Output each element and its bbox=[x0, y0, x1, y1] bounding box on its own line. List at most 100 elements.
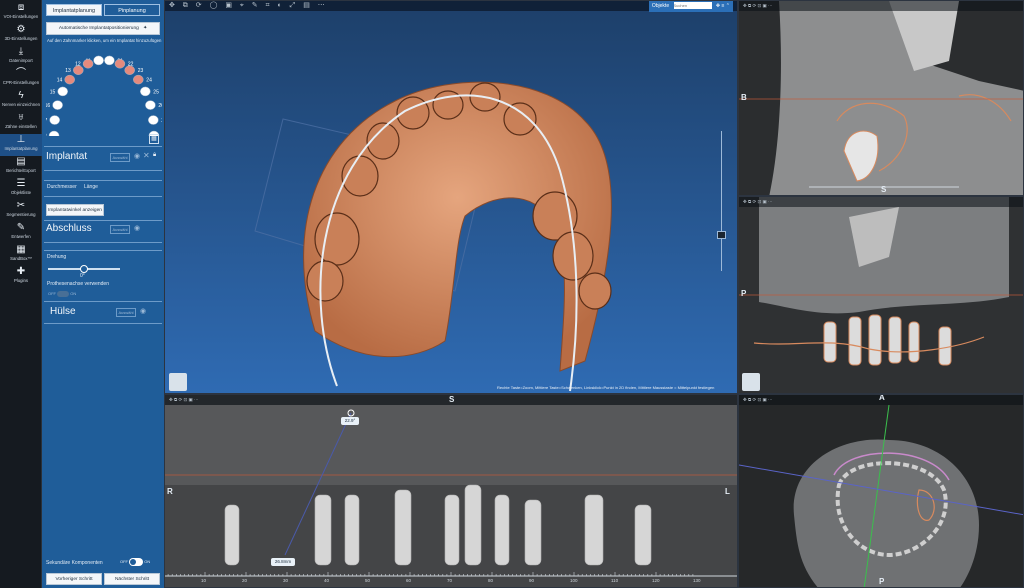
toolbar-item-nerve[interactable]: ϟ Nerven einzeichnen bbox=[0, 90, 42, 112]
coronal-view[interactable]: ✥ ⧉ ⟳ ⊡ ▣ ⋯ P bbox=[738, 196, 1024, 394]
implant-section-title: Implantat bbox=[46, 151, 88, 162]
ruler-tick-label: 120 bbox=[652, 578, 660, 583]
design-icon: ✎ bbox=[16, 222, 26, 233]
menu-icon[interactable]: ≡ bbox=[721, 3, 724, 9]
coronal-orientation-icon[interactable] bbox=[742, 373, 760, 391]
diameter-label: Durchmesser bbox=[47, 184, 77, 190]
next-step-button[interactable]: Nächster Schritt bbox=[104, 573, 160, 585]
dental-arch-3d-model[interactable] bbox=[165, 1, 738, 394]
tooth-marker[interactable] bbox=[48, 130, 60, 136]
tooth-number: 25 bbox=[153, 89, 159, 95]
teeth-chart[interactable]: 11121314151617182122232425262728 bbox=[46, 44, 162, 136]
sleeve-eye-icon[interactable]: ◉ bbox=[140, 307, 146, 315]
sleeve-section-title: Hülse bbox=[50, 306, 76, 317]
objects-toolbar: Objekte ✥ ≡ ⌃ bbox=[648, 1, 733, 12]
ruler-tick-label: 100 bbox=[570, 578, 578, 583]
panoramic-top-label: S bbox=[449, 395, 455, 404]
previous-step-button[interactable]: Vorheriger Schritt bbox=[46, 573, 102, 585]
objects-label: Objekte bbox=[651, 3, 670, 9]
implant-angle-readout: 22.9° bbox=[341, 417, 359, 425]
sagittal-left-label: B bbox=[741, 93, 747, 102]
length-label: Länge bbox=[84, 184, 98, 190]
move-icon[interactable]: ✥ bbox=[716, 3, 720, 9]
toolbar-item-label: 3D-Einstellungen bbox=[4, 36, 38, 41]
cube-icon: ⧈ bbox=[17, 2, 25, 13]
toolbar-item-cube[interactable]: ⧈ VOI-Einstellungen bbox=[0, 2, 42, 24]
abutment-section-title: Abschluss bbox=[46, 223, 92, 234]
toolbar-item-gear[interactable]: ⚙ 3D-Einstellungen bbox=[0, 24, 42, 46]
tooth-marker[interactable] bbox=[133, 74, 144, 85]
calendar-icon[interactable]: ▦ bbox=[149, 134, 159, 144]
toolbar-item-label: Objektliste bbox=[10, 190, 32, 195]
toolbar-item-implant[interactable]: ⊥ Implantatplanung bbox=[0, 134, 42, 156]
objects-search-input[interactable] bbox=[673, 2, 712, 9]
tooth-number: 15 bbox=[50, 89, 56, 95]
sagittal-view[interactable]: ✥ ⧉ ⟳ ⊡ ▣ ⋯ B S bbox=[738, 0, 1024, 196]
ruler-tick-label: 60 bbox=[406, 578, 412, 583]
tab-pin-planning[interactable]: Pinplanung bbox=[104, 4, 160, 16]
toolbar-item-sandbox[interactable]: ▦ SandBox™ bbox=[0, 244, 42, 266]
tooth-marker[interactable] bbox=[57, 86, 68, 97]
ruler-tick-label: 130 bbox=[693, 578, 701, 583]
sleeve-select-button[interactable]: Auswähl bbox=[116, 308, 136, 317]
auto-implant-positioning-button[interactable]: Automatische Implantatpositionierung ✦ bbox=[46, 22, 160, 35]
orientation-head-icon[interactable] bbox=[169, 373, 187, 391]
abutment-eye-icon[interactable]: ◉ bbox=[134, 224, 140, 232]
secondary-components-toggle[interactable]: OFF ON bbox=[120, 558, 150, 566]
report-icon: ▤ bbox=[16, 156, 26, 167]
toolbar-item-puzzle[interactable]: ✚ Plugins bbox=[0, 266, 42, 288]
eye-icon[interactable]: ◉ bbox=[134, 152, 140, 160]
toolbar-item-label: Segmentierung bbox=[6, 212, 36, 217]
ruler-tick-label: 50 bbox=[365, 578, 371, 583]
toolbar-item-design[interactable]: ✎ Entwerfen bbox=[0, 222, 42, 244]
tooth-marker[interactable] bbox=[82, 58, 94, 69]
toolbar-item-tooth[interactable]: ♅ Zähne einstellen bbox=[0, 112, 42, 134]
coronal-view-toolbar[interactable]: ✥ ⧉ ⟳ ⊡ ▣ ⋯ bbox=[739, 197, 1023, 207]
tooth-marker[interactable] bbox=[93, 55, 104, 66]
abutment-select-button[interactable]: Auswähl bbox=[110, 225, 130, 234]
tooth-marker[interactable] bbox=[145, 100, 156, 110]
rotation-slider[interactable] bbox=[48, 265, 120, 273]
view-3d-scroll-handle[interactable] bbox=[717, 231, 726, 239]
view-3d[interactable]: ✥ ⧉ ⟳ ◯ ▣ ⌖ ✎ ⌗ ◐ ⤢ ▤ ⋯ Objekte Suchen ✥… bbox=[164, 0, 738, 394]
prosthetic-axis-label: Prothesenachse verwenden bbox=[47, 281, 109, 287]
tooth-number: 18 bbox=[46, 134, 47, 136]
prosthetic-toggle[interactable]: OFF ON bbox=[48, 291, 76, 297]
delete-icon[interactable]: ✕ bbox=[143, 151, 150, 160]
tooth-marker[interactable] bbox=[148, 115, 159, 125]
rotation-slider-handle[interactable] bbox=[80, 265, 88, 273]
panoramic-ct-image bbox=[165, 395, 737, 587]
ruler-tick-label: 10 bbox=[201, 578, 207, 583]
panoramic-left-label: R bbox=[167, 487, 173, 496]
panoramic-view[interactable]: ✥ ⧉ ⟳ ⊡ ▣ ⋯ S R L 22.9° 26.8mm 10 20 30 40 5… bbox=[164, 394, 738, 588]
measurement-readout: 26.8mm bbox=[271, 558, 295, 566]
collapse-icon[interactable]: ⌃ bbox=[726, 3, 730, 9]
toolbar-item-curve[interactable]: ⌒ CPR-Einstellungen bbox=[0, 68, 42, 90]
tooth-marker[interactable] bbox=[52, 100, 63, 110]
tooth-marker[interactable] bbox=[114, 58, 126, 69]
view-3d-scrollbar[interactable] bbox=[721, 131, 722, 271]
sagittal-view-toolbar[interactable]: ✥ ⧉ ⟳ ⊡ ▣ ⋯ bbox=[739, 1, 1023, 11]
ruler-tick-label: 80 bbox=[488, 578, 494, 583]
tooth-marker[interactable] bbox=[64, 74, 75, 85]
tab-implant-planning[interactable]: Implantatplanung bbox=[46, 4, 102, 16]
toolbar-item-segment[interactable]: ✂ Segmentierung bbox=[0, 200, 42, 222]
toggle-on-label: ON bbox=[70, 291, 77, 297]
tooth-marker[interactable] bbox=[49, 115, 60, 125]
tooth-marker[interactable] bbox=[124, 65, 135, 75]
toolbar-item-label: Zähne einstellen bbox=[5, 124, 37, 129]
toolbar-item-list[interactable]: ☰ Objektliste bbox=[0, 178, 42, 200]
axial-view[interactable]: ✥ ⧉ ⟳ ⊡ ▣ ⋯ A P bbox=[738, 394, 1024, 588]
tooth-marker[interactable] bbox=[104, 55, 115, 66]
show-implant-angle-button[interactable]: Implantatwinkel anzeigen bbox=[46, 204, 104, 216]
coronal-ct-image bbox=[739, 197, 1023, 393]
auto-implant-label: Automatische Implantatpositionierung bbox=[58, 26, 139, 31]
toolbar-item-download[interactable]: ⤓ Datenimport bbox=[0, 46, 42, 68]
lock-icon[interactable]: 🔒︎ bbox=[153, 152, 156, 159]
toolbar-item-label: Plugins bbox=[13, 278, 29, 283]
tooth-marker[interactable] bbox=[140, 86, 151, 97]
toolbar-item-label: Entwerfen bbox=[11, 234, 31, 239]
toolbar-item-report[interactable]: ▤ Berichte/Export bbox=[0, 156, 42, 178]
tooth-marker[interactable] bbox=[73, 65, 84, 75]
implant-select-button[interactable]: Auswähl bbox=[110, 153, 130, 162]
